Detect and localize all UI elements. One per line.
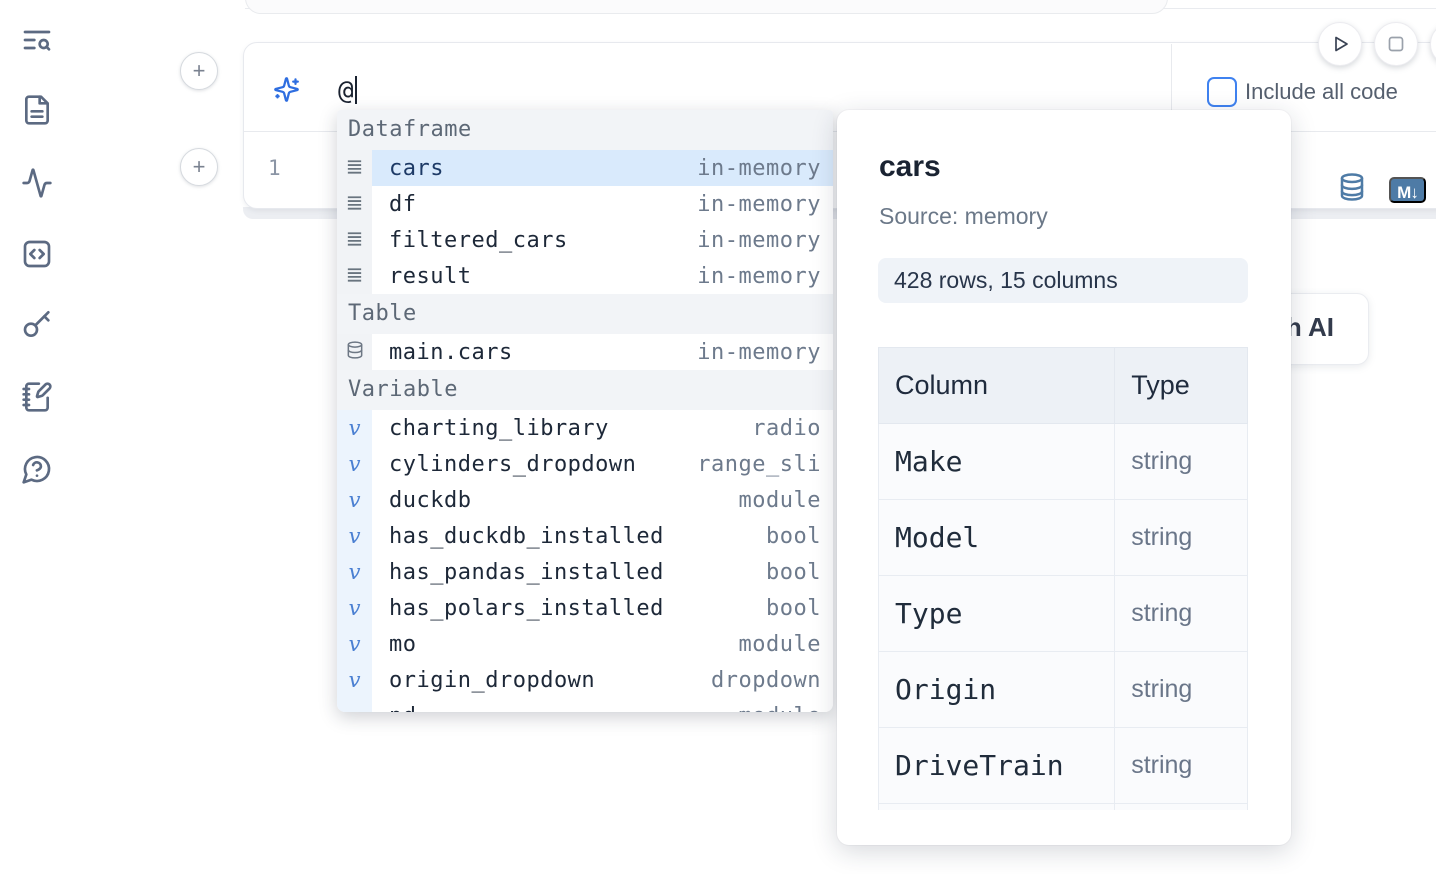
table-row-clipped (879, 804, 1248, 811)
table-row: Origin string (879, 652, 1248, 728)
variable-icon: v (349, 418, 361, 439)
add-cell-button-bottom[interactable]: + (180, 148, 218, 186)
play-icon (1328, 36, 1352, 51)
sparkles-ai-icon (273, 76, 300, 103)
file-text-icon (21, 114, 53, 129)
schema-col-header: Column (879, 348, 1115, 424)
variable-icon: v (349, 562, 361, 583)
include-all-code-label: Include all code (1245, 79, 1398, 105)
list-search-icon (21, 44, 53, 59)
variable-icon: v (349, 454, 361, 475)
variable-icon: v (349, 706, 361, 713)
autocomplete-item-main-cars[interactable]: main.carsin-memory (337, 334, 833, 370)
autocomplete-item-df[interactable]: dfin-memory (337, 186, 833, 222)
autocomplete-item-duckdb[interactable]: v duckdbmodule (337, 482, 833, 518)
notebook-pen-icon (21, 401, 53, 416)
sidebar-item-snippets[interactable] (20, 238, 54, 272)
dataframe-rows-icon (345, 157, 364, 180)
sidebar-item-files[interactable] (20, 94, 54, 128)
variable-icon: v (349, 670, 361, 691)
previous-cell-fragment (245, 0, 1168, 14)
help-chat-icon (21, 473, 53, 488)
preview-shape-badge: 428 rows, 15 columns (878, 258, 1248, 303)
section-header-dataframe: Dataframe (337, 110, 833, 150)
key-icon (21, 329, 53, 344)
dataframe-rows-icon (345, 193, 364, 216)
preview-title: cars (879, 150, 941, 184)
autocomplete-item-mo[interactable]: v momodule (337, 626, 833, 662)
activity-icon (21, 187, 53, 202)
run-cell-button[interactable] (1318, 22, 1362, 66)
autocomplete-dropdown: Dataframe carsin-memory dfin-memory filt… (337, 110, 833, 712)
add-cell-button-top[interactable]: + (180, 52, 218, 90)
sidebar-item-help[interactable] (20, 453, 54, 487)
preview-source: Source: memory (879, 203, 1048, 230)
include-all-code-checkbox[interactable] (1207, 77, 1237, 107)
sidebar-item-search[interactable] (20, 24, 54, 58)
autocomplete-item-origin-dropdown[interactable]: v origin_dropdowndropdown (337, 662, 833, 698)
code-square-icon (21, 258, 53, 273)
sidebar-item-secrets[interactable] (20, 309, 54, 343)
section-header-variable: Variable (337, 370, 833, 410)
sidebar-item-tracing[interactable] (20, 167, 54, 201)
schema-table-wrapper: Column Type Make string Model string Typ… (878, 347, 1250, 810)
markdown-output-icon[interactable]: M↓ (1389, 177, 1426, 203)
autocomplete-item-cylinders-dropdown[interactable]: v cylinders_dropdownrange_sli (337, 446, 833, 482)
section-header-table: Table (337, 294, 833, 334)
notebook-canvas: + + @ Include all code 1 M↓ h AI Datafra… (0, 0, 1436, 874)
autocomplete-item-has-pandas-installed[interactable]: v has_pandas_installedbool (337, 554, 833, 590)
dataframe-preview-panel: cars Source: memory 428 rows, 15 columns… (837, 110, 1291, 845)
autocomplete-item-pd-clipped[interactable]: v pdmodule (337, 698, 833, 712)
table-row: Type string (879, 576, 1248, 652)
text-cursor (355, 76, 357, 104)
stop-cell-button[interactable] (1374, 22, 1418, 66)
table-row: Make string (879, 424, 1248, 500)
dataframe-rows-icon (345, 265, 364, 288)
ai-button-label: h AI (1286, 312, 1334, 343)
variable-icon: v (349, 490, 361, 511)
autocomplete-item-cars[interactable]: carsin-memory (337, 150, 833, 186)
table-row: DriveTrain string (879, 728, 1248, 804)
variable-icon: v (349, 634, 361, 655)
schema-table: Column Type Make string Model string Typ… (878, 347, 1248, 810)
stop-icon (1384, 36, 1408, 51)
autocomplete-item-has-duckdb-installed[interactable]: v has_duckdb_installedbool (337, 518, 833, 554)
dataframe-rows-icon (345, 229, 364, 252)
table-row: Model string (879, 500, 1248, 576)
database-output-icon[interactable] (1337, 172, 1367, 202)
ai-prompt-input[interactable]: @ (338, 75, 357, 107)
autocomplete-item-filtered-cars[interactable]: filtered_carsin-memory (337, 222, 833, 258)
autocomplete-item-has-polars-installed[interactable]: v has_polars_installedbool (337, 590, 833, 626)
database-icon (345, 340, 365, 364)
sidebar-item-scratchpad[interactable] (20, 381, 54, 415)
variable-icon: v (349, 526, 361, 547)
line-number: 1 (268, 156, 281, 180)
variable-icon: v (349, 598, 361, 619)
autocomplete-item-charting-library[interactable]: v charting_libraryradio (337, 410, 833, 446)
autocomplete-item-result[interactable]: resultin-memory (337, 258, 833, 294)
schema-type-header: Type (1115, 348, 1248, 424)
schema-header-row: Column Type (879, 348, 1248, 424)
